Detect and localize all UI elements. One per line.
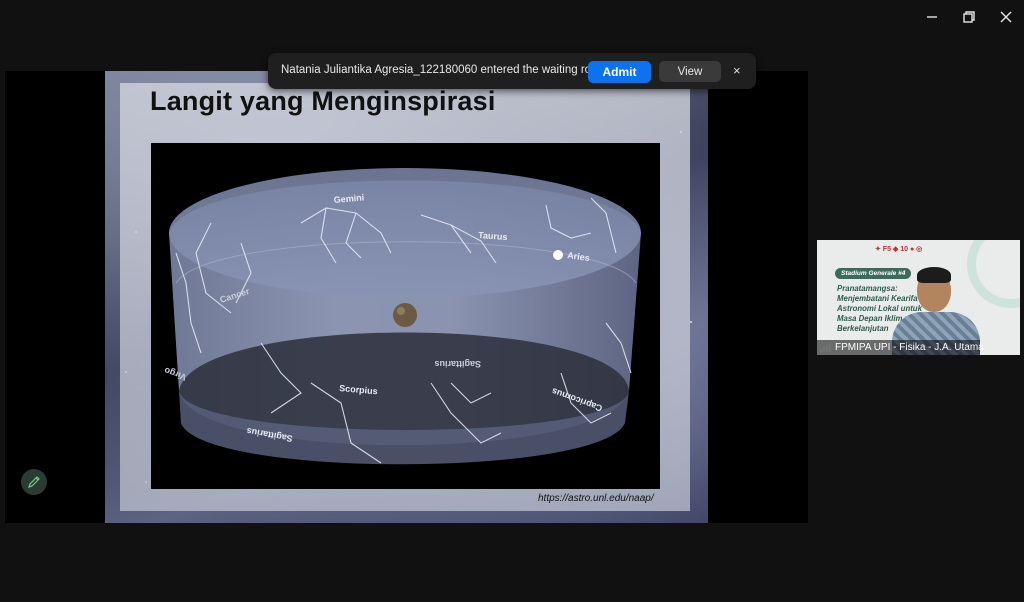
waiting-room-message: Natania Juliantika Agresia_122180060 ent…: [281, 64, 608, 76]
event-title-line-3: Astronomi Lokal untuk: [837, 304, 922, 313]
label-sagittarius-back: Sagittarius: [434, 359, 481, 369]
event-title-line-1: Pranatamangsa:: [837, 284, 898, 293]
close-window-button[interactable]: [992, 6, 1020, 28]
event-badge: Stadium Generale #4: [835, 268, 912, 279]
close-icon: [1000, 11, 1012, 23]
restore-icon: [963, 11, 975, 23]
sponsor-logos: ✦ F5 ◆ 10 ● ◎: [875, 246, 923, 253]
earth-marker: [393, 303, 417, 327]
event-title-line-5: Berkelanjutan: [837, 324, 889, 333]
annotate-button[interactable]: [21, 469, 47, 495]
participant-video-tile[interactable]: ✦ F5 ◆ 10 ● ◎ Stadium Generale #4 Pranat…: [817, 240, 1020, 355]
participant-name-label: FPMIPA UPI - Fisika - J.A. Utama: [817, 340, 984, 355]
celestial-sphere-diagram: Gemini Taurus Aries Cancer Virgo Sagitta…: [151, 143, 660, 489]
participant-hair: [917, 267, 951, 283]
cylinder-top: [169, 168, 641, 298]
event-title-line-2: Menjembatani Kearifa: [837, 294, 918, 303]
view-button[interactable]: View: [659, 61, 721, 82]
waiting-room-notification: Natania Juliantika Agresia_122180060 ent…: [268, 53, 756, 89]
slide-title: Langit yang Menginspirasi: [150, 86, 496, 116]
slide-source-url: https://astro.unl.edu/naap/: [538, 493, 654, 504]
admit-button[interactable]: Admit: [588, 61, 651, 83]
minimize-icon: [927, 16, 937, 18]
minimize-button[interactable]: [918, 6, 946, 28]
pencil-icon: [28, 476, 40, 488]
restore-button[interactable]: [955, 6, 983, 28]
label-taurus: Taurus: [478, 230, 508, 242]
decorative-arc: [967, 240, 1020, 308]
notification-close-icon[interactable]: ×: [733, 63, 741, 78]
sun-marker: [553, 250, 563, 260]
